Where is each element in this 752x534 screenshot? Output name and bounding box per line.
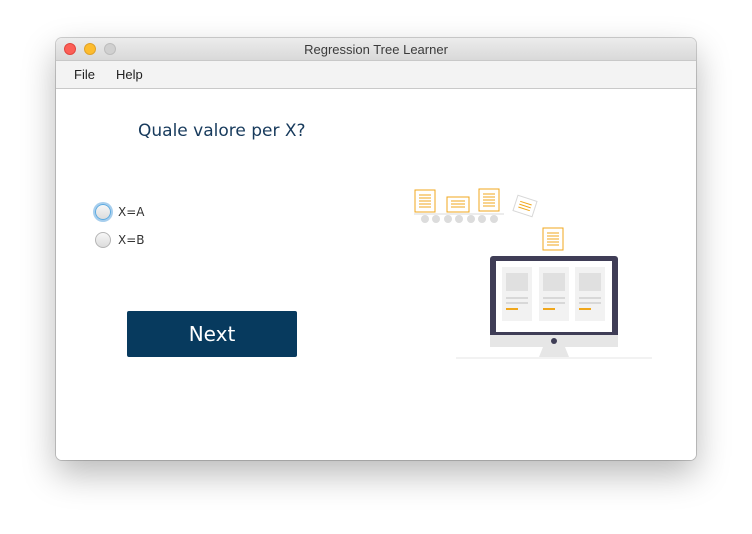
menu-help[interactable]: Help: [116, 67, 143, 82]
conveyor-belt-icon: [414, 213, 504, 223]
option-label-x-b: X=B: [118, 233, 145, 247]
documents-to-computer-illustration: [414, 188, 652, 359]
document-icon: [542, 227, 564, 251]
document-icon: [446, 196, 470, 213]
monitor-icon: [456, 256, 652, 359]
next-button[interactable]: Next: [127, 311, 297, 357]
main-content: Quale valore per X? X=A X=B Next: [56, 89, 696, 460]
document-icon: [478, 188, 500, 212]
menu-file[interactable]: File: [74, 67, 95, 82]
option-x-a[interactable]: X=A: [95, 202, 144, 222]
menu-bar: File Help: [56, 61, 696, 89]
document-icon: [414, 189, 436, 213]
app-window: Regression Tree Learner File Help Quale …: [56, 38, 696, 460]
option-label-x-a: X=A: [118, 205, 145, 219]
radio-button-x-b[interactable]: [95, 232, 111, 248]
title-bar: Regression Tree Learner: [56, 38, 696, 61]
window-title: Regression Tree Learner: [304, 42, 448, 57]
question-text: Quale valore per X?: [138, 121, 306, 141]
option-x-b[interactable]: X=B: [95, 230, 145, 250]
document-icon: [512, 194, 538, 218]
radio-button-x-a[interactable]: [95, 204, 111, 220]
